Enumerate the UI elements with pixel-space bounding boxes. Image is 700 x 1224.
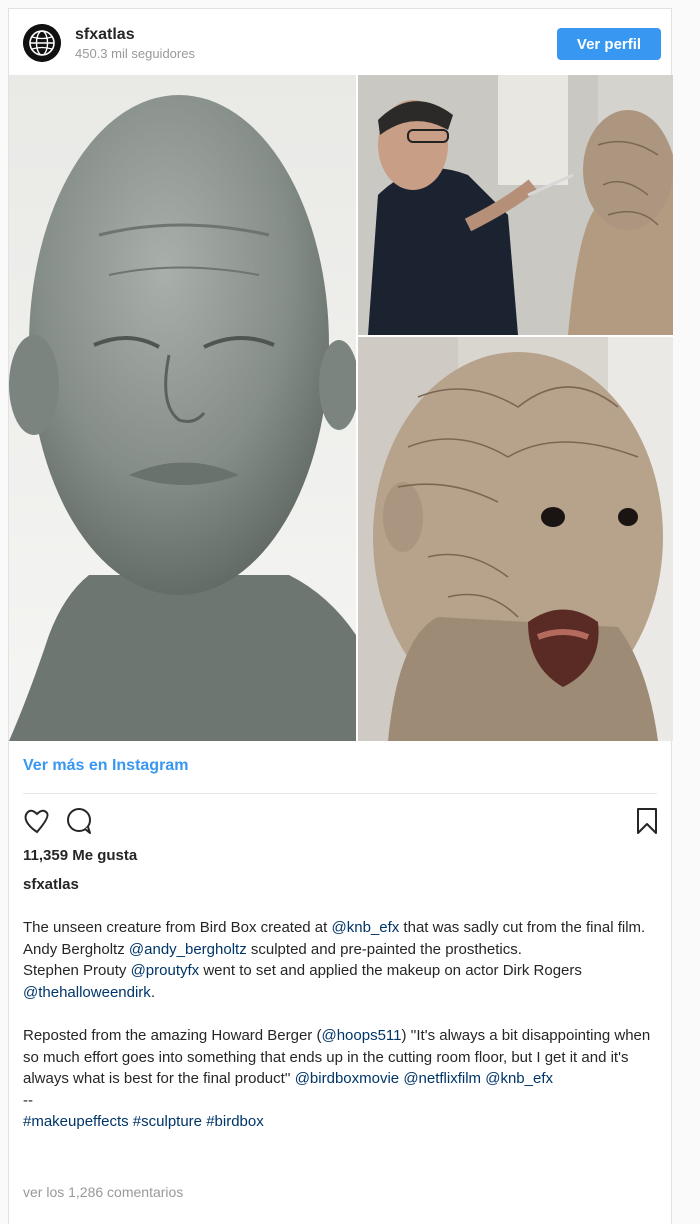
mention-link[interactable]: @netflixfilm <box>403 1070 481 1087</box>
hashtag-link[interactable]: #makeupeffects <box>23 1113 129 1130</box>
mention-link[interactable]: @knb_efx <box>485 1070 553 1087</box>
mention-link[interactable]: @proutyfx <box>131 962 200 979</box>
caption-separator: -- <box>23 1091 33 1109</box>
view-profile-button[interactable]: Ver perfil <box>557 28 661 60</box>
mention-link[interactable]: @thehalloweendirk <box>23 984 151 1001</box>
mention-link[interactable]: @andy_bergholtz <box>129 941 247 958</box>
view-more-on-instagram-link[interactable]: Ver más en Instagram <box>23 757 188 775</box>
hashtag-link[interactable]: #birdbox <box>206 1113 264 1130</box>
post-header: sfxatlas 450.3 mil seguidores Ver perfil <box>9 9 671 77</box>
follower-count: 450.3 mil seguidores <box>75 46 195 61</box>
globe-avatar-icon <box>23 24 61 62</box>
bookmark-icon[interactable] <box>631 805 663 837</box>
caption-line: Reposted from the amazing Howard Berger … <box>23 1025 663 1090</box>
heart-icon[interactable] <box>21 805 53 837</box>
caption-text-span: that was sadly cut from the final film. <box>399 919 646 936</box>
hashtag-link[interactable]: #sculpture <box>133 1113 202 1130</box>
username[interactable]: sfxatlas <box>75 26 135 44</box>
comment-icon[interactable] <box>63 805 95 837</box>
divider <box>23 793 657 794</box>
creature-makeup-image <box>358 337 673 741</box>
post-media[interactable] <box>9 75 673 741</box>
caption-text-span: The unseen creature from Bird Box create… <box>23 919 332 936</box>
mention-link[interactable]: @knb_efx <box>332 919 400 936</box>
caption-line: The unseen creature from Bird Box create… <box>23 917 663 939</box>
instagram-embed-card: sfxatlas 450.3 mil seguidores Ver perfil <box>8 8 673 1224</box>
avatar[interactable] <box>23 24 61 62</box>
mention-link[interactable]: @birdboxmovie <box>295 1070 399 1087</box>
clay-sculpture-image <box>9 75 356 741</box>
caption-line: Andy Bergholtz @andy_bergholtz sculpted … <box>23 939 663 961</box>
makeup-application-image <box>358 75 673 335</box>
caption-username[interactable]: sfxatlas <box>23 876 79 893</box>
caption-text-span: . <box>150 983 155 1001</box>
mention-link[interactable]: @hoops511 <box>321 1027 401 1044</box>
like-count[interactable]: 11,359 Me gusta <box>23 847 137 864</box>
caption-text-span: Stephen Prouty <box>23 962 131 979</box>
caption-text-span: went to set and applied the makeup on ac… <box>199 962 582 979</box>
caption-text-span: Andy Bergholtz <box>23 940 129 958</box>
hashtag-line: #makeupeffects #sculpture #birdbox <box>23 1111 663 1133</box>
view-comments-link[interactable]: ver los 1,286 comentarios <box>23 1184 183 1200</box>
caption-text-span: sculpted and pre-painted the prosthetics… <box>246 940 522 958</box>
caption-text: The unseen creature from Bird Box create… <box>23 917 663 1133</box>
caption-text-span: Reposted from the amazing Howard Berger … <box>23 1027 322 1044</box>
caption-line: Stephen Prouty @proutyfx went to set and… <box>23 960 663 1003</box>
post-actions <box>9 805 671 839</box>
